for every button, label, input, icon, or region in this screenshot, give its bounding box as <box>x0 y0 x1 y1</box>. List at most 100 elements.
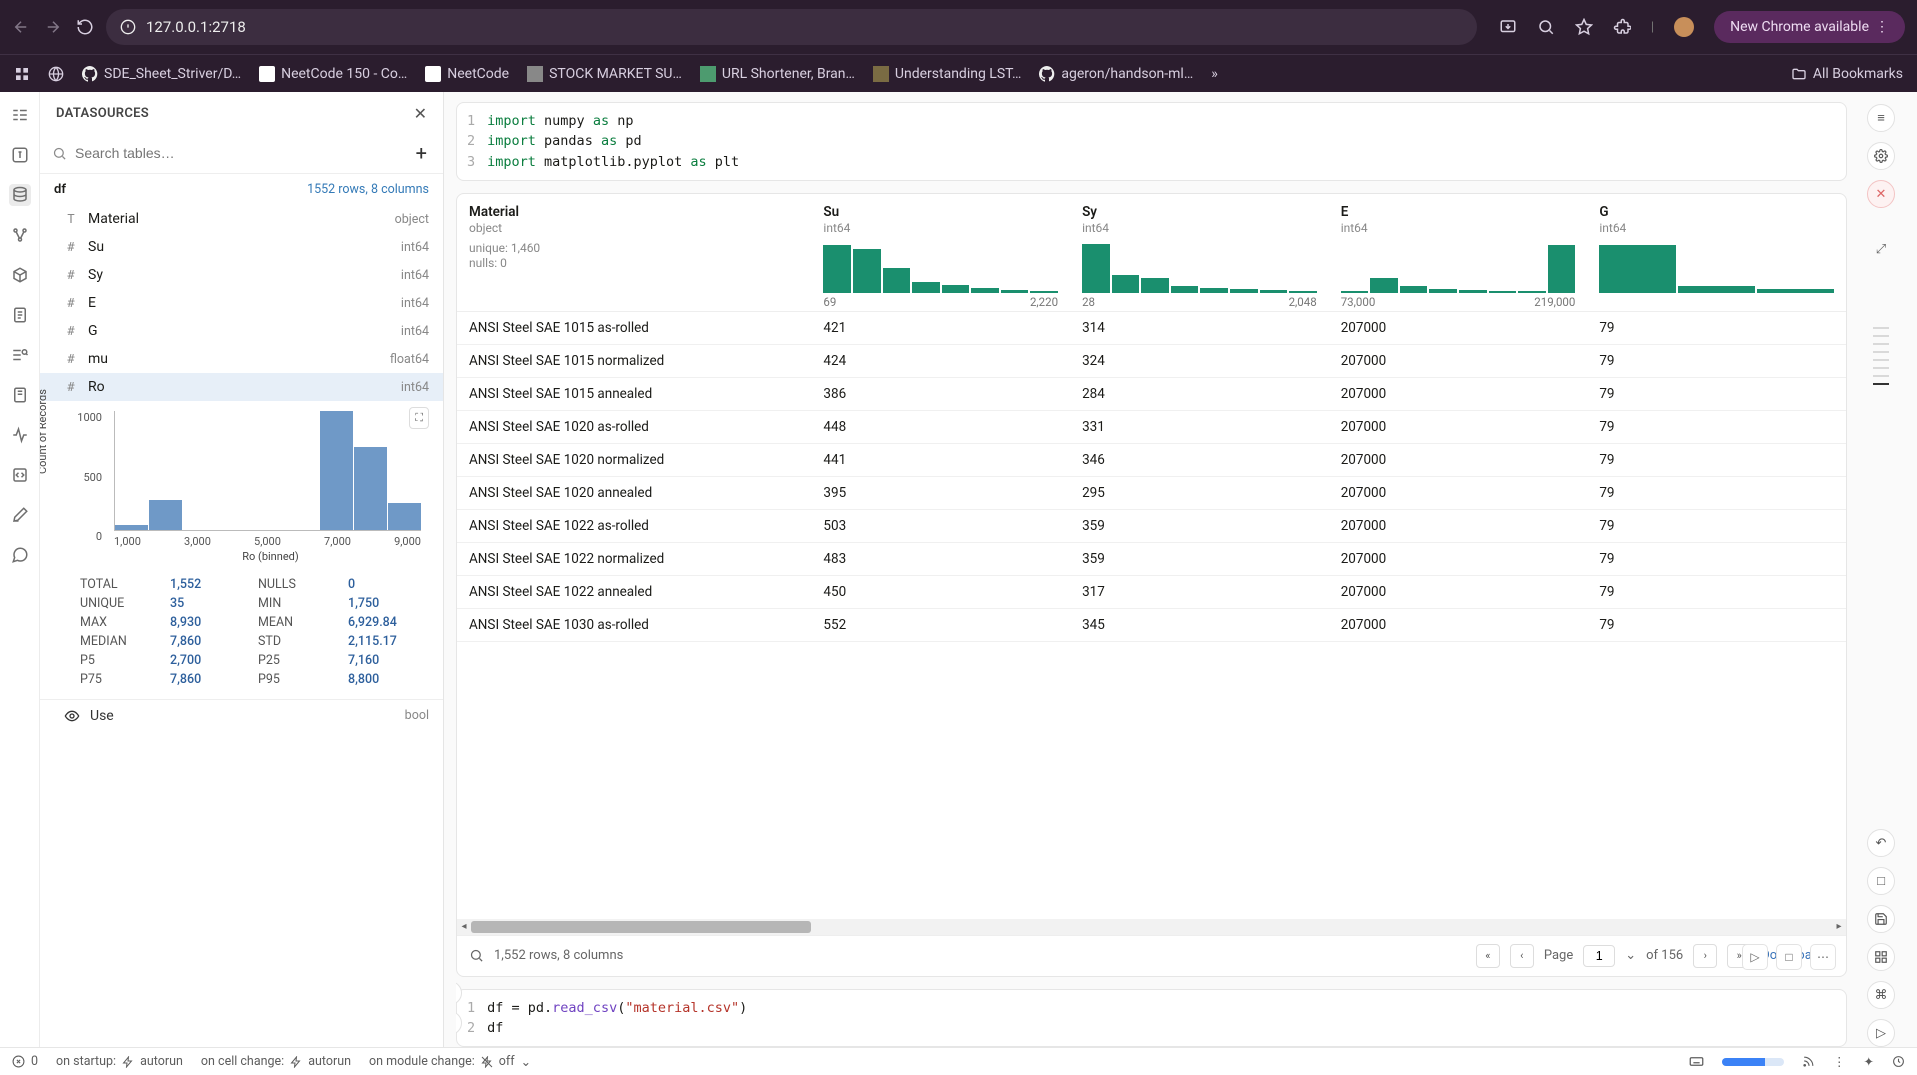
link-icon[interactable]: ⋮ <box>1833 1054 1846 1070</box>
column-row[interactable]: #Roint64 <box>40 373 443 401</box>
scroll-left-icon[interactable]: ◂ <box>457 919 471 935</box>
table-row[interactable]: ANSI Steel SAE 1015 annealed386284207000… <box>457 377 1846 410</box>
code-cell[interactable]: 12 df = pd.read_csv("material.csv") df <box>456 989 1847 1048</box>
rail-notes-icon[interactable] <box>9 384 31 406</box>
rail-doc-icon[interactable] <box>9 304 31 326</box>
column-row[interactable]: #Gint64 <box>40 317 443 345</box>
column-use-row[interactable]: Use bool <box>40 699 443 732</box>
scroll-right-icon[interactable]: ▸ <box>1832 919 1846 935</box>
sparkle-icon[interactable]: ✦ <box>1864 1054 1874 1070</box>
extensions-icon[interactable] <box>1613 18 1631 36</box>
sync-icon[interactable] <box>1892 1055 1905 1068</box>
code-body[interactable]: df = pd.read_csv("material.csv") df <box>487 998 747 1039</box>
startup-mode[interactable]: on startup: autorun <box>56 1054 183 1069</box>
nav-back-icon[interactable] <box>12 18 30 36</box>
stop-cell-icon[interactable]: □ <box>1776 944 1802 970</box>
run-all-icon[interactable]: ▷ <box>1867 1019 1895 1047</box>
table-row[interactable]: ANSI Steel SAE 1022 normalized4833592070… <box>457 542 1846 575</box>
rail-search-list-icon[interactable] <box>9 344 31 366</box>
bookmark-item[interactable]: NeetCode 150 - Co… <box>259 66 407 82</box>
table-summary-row[interactable]: df 1552 rows, 8 columns <box>40 174 443 205</box>
bookmark-item[interactable]: STOCK MARKET SU… <box>527 66 682 82</box>
rail-chat-icon[interactable] <box>9 544 31 566</box>
rail-snippets-icon[interactable] <box>9 464 31 486</box>
rail-database-icon[interactable] <box>9 184 31 206</box>
minimap[interactable] <box>1873 327 1889 385</box>
table-row[interactable]: ANSI Steel SAE 1020 normalized4413462070… <box>457 443 1846 476</box>
column-row[interactable]: #Syint64 <box>40 261 443 289</box>
square-icon[interactable]: □ <box>1867 867 1895 895</box>
rss-icon[interactable] <box>1802 1055 1815 1068</box>
save-icon[interactable] <box>1867 905 1895 933</box>
table-row[interactable]: ANSI Steel SAE 1020 as-rolled44833120700… <box>457 410 1846 443</box>
address-bar[interactable]: 127.0.0.1:2718 <box>106 9 1477 45</box>
expand-icon[interactable]: ⤢ <box>1876 242 1886 257</box>
cell-change-mode[interactable]: on cell change: autorun <box>201 1054 351 1069</box>
dataframe-output: Materialobjectunique: 1,460nulls: 0Suint… <box>456 193 1847 977</box>
table-row[interactable]: ANSI Steel SAE 1030 as-rolled55234520700… <box>457 608 1846 641</box>
keyboard-icon[interactable]: ⌘ <box>1867 981 1895 1009</box>
search-icon[interactable] <box>1537 18 1555 36</box>
rail-activity-icon[interactable] <box>9 424 31 446</box>
scrollbar-thumb[interactable] <box>471 921 811 933</box>
column-header[interactable]: Eint6473,000219,000 <box>1329 194 1588 312</box>
datasources-panel: DATASOURCES ✕ + df 1552 rows, 8 columns … <box>40 92 444 1047</box>
table-row[interactable]: ANSI Steel SAE 1020 annealed395295207000… <box>457 476 1846 509</box>
table-hscroll[interactable]: ◂ ▸ <box>457 919 1846 935</box>
settings-icon[interactable] <box>1867 142 1895 170</box>
rail-function-icon[interactable] <box>9 144 31 166</box>
table-row[interactable]: ANSI Steel SAE 1022 as-rolled50335920700… <box>457 509 1846 542</box>
column-header[interactable]: Syint64282,048 <box>1070 194 1329 312</box>
page-select-icon[interactable]: ⌄ <box>1625 948 1636 963</box>
apps-icon[interactable] <box>14 66 30 82</box>
menu-icon[interactable]: ≡ <box>1867 104 1895 132</box>
page-next-button[interactable]: › <box>1693 944 1717 968</box>
bookmarks-overflow-icon[interactable]: » <box>1211 66 1218 82</box>
bookmark-star-icon[interactable] <box>1575 18 1593 36</box>
all-bookmarks-button[interactable]: All Bookmarks <box>1791 66 1903 82</box>
code-body[interactable]: import numpy as np import pandas as pd i… <box>487 111 739 172</box>
install-app-icon[interactable] <box>1499 18 1517 36</box>
profile-avatar[interactable] <box>1674 17 1694 37</box>
column-row[interactable]: #Eint64 <box>40 289 443 317</box>
page-prev-button[interactable]: ‹ <box>1510 944 1534 968</box>
cell-more-icon[interactable]: ⋯ <box>1810 944 1836 970</box>
globe-icon[interactable] <box>48 66 64 82</box>
search-icon[interactable] <box>469 948 484 963</box>
run-cell-icon[interactable]: ▷ <box>1742 944 1768 970</box>
column-header[interactable]: Materialobjectunique: 1,460nulls: 0 <box>457 194 811 312</box>
bookmark-item[interactable]: Understanding LST… <box>873 66 1021 82</box>
code-cell[interactable]: 123 import numpy as np import pandas as … <box>456 102 1847 181</box>
add-datasource-button[interactable]: + <box>412 141 431 165</box>
bookmark-item[interactable]: NeetCode <box>425 66 509 82</box>
module-change-mode[interactable]: on module change: off ⌄ <box>369 1054 531 1070</box>
rail-tree-icon[interactable] <box>9 104 31 126</box>
keyboard-icon[interactable] <box>1689 1054 1704 1069</box>
close-panel-icon[interactable]: ✕ <box>414 104 427 123</box>
column-row[interactable]: #mufloat64 <box>40 345 443 373</box>
table-row[interactable]: ANSI Steel SAE 1015 normalized4243242070… <box>457 344 1846 377</box>
reload-icon[interactable] <box>76 18 94 36</box>
bookmark-item[interactable]: ageron/handson-ml… <box>1039 66 1193 82</box>
table-row[interactable]: ANSI Steel SAE 1022 annealed450317207000… <box>457 575 1846 608</box>
table-row[interactable]: ANSI Steel SAE 1015 as-rolled42131420700… <box>457 311 1846 344</box>
bookmark-item[interactable]: SDE_Sheet_Striver/D… <box>82 66 241 82</box>
grid-icon[interactable] <box>1867 943 1895 971</box>
column-row[interactable]: #Suint64 <box>40 233 443 261</box>
undo-icon[interactable]: ↶ <box>1867 829 1895 857</box>
new-chrome-button[interactable]: New Chrome available ⋮ <box>1714 11 1905 43</box>
rail-graph-icon[interactable] <box>9 224 31 246</box>
delete-cell-icon[interactable]: ✕ <box>1867 180 1895 208</box>
site-info-icon[interactable] <box>120 19 136 35</box>
error-count[interactable]: 0 <box>12 1054 38 1069</box>
column-header[interactable]: Gint64 <box>1587 194 1846 312</box>
search-tables-input[interactable] <box>75 145 404 161</box>
column-row[interactable]: TMaterialobject <box>40 205 443 233</box>
bookmark-item[interactable]: URL Shortener, Bran… <box>700 66 855 82</box>
rail-package-icon[interactable] <box>9 264 31 286</box>
column-header[interactable]: Suint64692,220 <box>811 194 1070 312</box>
nav-forward-icon[interactable] <box>44 18 62 36</box>
rail-edit-icon[interactable] <box>9 504 31 526</box>
page-first-button[interactable]: « <box>1476 944 1500 968</box>
page-input[interactable] <box>1583 945 1615 967</box>
